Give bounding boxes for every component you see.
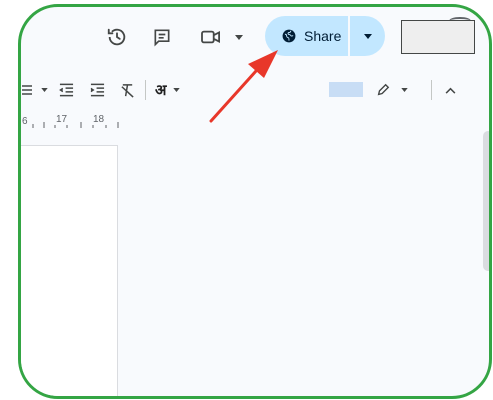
bullet-list-caret-icon[interactable]: [39, 85, 49, 95]
document-page[interactable]: [21, 145, 118, 396]
toolbar-separator: [145, 80, 146, 100]
share-button[interactable]: Share: [265, 16, 385, 56]
share-options-button[interactable]: [350, 16, 385, 56]
version-history-icon[interactable]: [104, 24, 130, 50]
ruler: 6 17 18: [21, 109, 143, 133]
pen-caret-icon[interactable]: [399, 85, 409, 95]
meet-video-icon[interactable]: [199, 24, 223, 50]
highlight-color-swatch[interactable]: [329, 82, 363, 97]
meet-caret-icon[interactable]: [232, 30, 246, 44]
caret-down-icon: [363, 33, 372, 39]
collapse-chevron-icon[interactable]: [441, 81, 459, 99]
highlight-frame: Share अ 6 17 18: [18, 4, 492, 399]
comments-icon[interactable]: [149, 24, 175, 50]
ruler-ticks: [32, 122, 119, 128]
bullet-list-icon[interactable]: [21, 82, 33, 98]
share-main-button[interactable]: Share: [265, 16, 348, 56]
share-label: Share: [304, 28, 342, 44]
globe-icon: [282, 29, 296, 43]
vertical-scrollbar-thumb[interactable]: [483, 131, 489, 271]
toolbar-separator: [431, 80, 432, 100]
input-tools-icon: अ: [155, 81, 167, 99]
input-tools-caret-icon: [173, 88, 181, 92]
increase-indent-icon[interactable]: [88, 81, 106, 99]
account-avatar-placeholder[interactable]: [401, 20, 475, 54]
input-tools-button[interactable]: अ: [155, 80, 189, 100]
decrease-indent-icon[interactable]: [57, 81, 75, 99]
clear-formatting-icon[interactable]: [118, 81, 136, 99]
pen-icon[interactable]: [374, 81, 392, 99]
